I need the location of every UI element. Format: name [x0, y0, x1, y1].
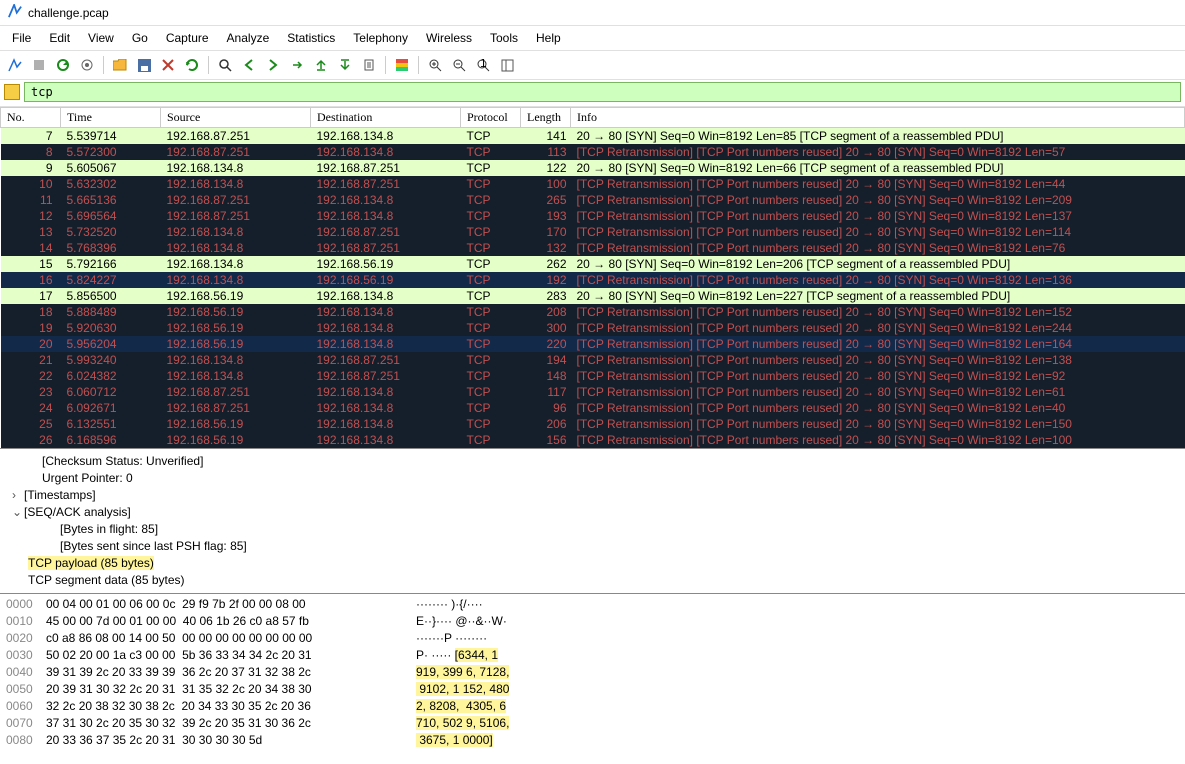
packet-details[interactable]: [Checksum Status: Unverified] Urgent Poi… [0, 449, 1185, 594]
save-file-icon[interactable] [133, 54, 155, 76]
filter-bar [0, 80, 1185, 107]
stop-capture-icon[interactable] [28, 54, 50, 76]
restart-capture-icon[interactable] [52, 54, 74, 76]
menu-tools[interactable]: Tools [482, 28, 526, 48]
hex-row[interactable]: 001045 00 00 7d 00 01 00 00 40 06 1b 26 … [0, 613, 1185, 630]
go-first-icon[interactable] [310, 54, 332, 76]
hex-row[interactable]: 004039 31 39 2c 20 33 39 39 36 2c 20 37 … [0, 664, 1185, 681]
column-protocol[interactable]: Protocol [461, 108, 521, 128]
go-to-packet-icon[interactable] [286, 54, 308, 76]
zoom-out-icon[interactable] [448, 54, 470, 76]
hex-row[interactable]: 003050 02 20 00 1a c3 00 00 5b 36 33 34 … [0, 647, 1185, 664]
menu-telephony[interactable]: Telephony [345, 28, 416, 48]
menu-statistics[interactable]: Statistics [279, 28, 343, 48]
reload-file-icon[interactable] [181, 54, 203, 76]
packet-row[interactable]: 205.956204192.168.56.19192.168.134.8TCP2… [1, 336, 1185, 352]
window-title: challenge.pcap [28, 6, 109, 20]
hex-row[interactable]: 000000 04 00 01 00 06 00 0c 29 f9 7b 2f … [0, 596, 1185, 613]
packet-row[interactable]: 215.993240192.168.134.8192.168.87.251TCP… [1, 352, 1185, 368]
column-time[interactable]: Time [61, 108, 161, 128]
tcp-segment-data[interactable]: TCP segment data (85 bytes) [0, 572, 1185, 589]
packet-row[interactable]: 195.920630192.168.56.19192.168.134.8TCP3… [1, 320, 1185, 336]
seqack-node[interactable]: ⌄[SEQ/ACK analysis] [0, 504, 1185, 521]
bookmark-icon[interactable] [4, 84, 20, 100]
hex-row[interactable]: 005020 39 31 30 32 2c 20 31 31 35 32 2c … [0, 681, 1185, 698]
menu-file[interactable]: File [4, 28, 39, 48]
zoom-reset-icon[interactable]: 1 [472, 54, 494, 76]
zoom-in-icon[interactable] [424, 54, 446, 76]
column-source[interactable]: Source [161, 108, 311, 128]
go-prev-icon[interactable] [238, 54, 260, 76]
toolbar: 1 [0, 51, 1185, 80]
packet-row[interactable]: 266.168596192.168.56.19192.168.134.8TCP1… [1, 432, 1185, 448]
packet-row[interactable]: 185.888489192.168.56.19192.168.134.8TCP2… [1, 304, 1185, 320]
column-destination[interactable]: Destination [311, 108, 461, 128]
auto-scroll-icon[interactable] [358, 54, 380, 76]
menu-wireless[interactable]: Wireless [418, 28, 480, 48]
find-packet-icon[interactable] [214, 54, 236, 76]
packet-row[interactable]: 246.092671192.168.87.251192.168.134.8TCP… [1, 400, 1185, 416]
menu-help[interactable]: Help [528, 28, 569, 48]
svg-text:1: 1 [480, 59, 487, 70]
menu-view[interactable]: View [80, 28, 122, 48]
packet-row[interactable]: 145.768396192.168.134.8192.168.87.251TCP… [1, 240, 1185, 256]
packet-list[interactable]: No.TimeSourceDestinationProtocolLengthIn… [0, 107, 1185, 449]
colorize-icon[interactable] [391, 54, 413, 76]
packet-row[interactable]: 165.824227192.168.134.8192.168.56.19TCP1… [1, 272, 1185, 288]
column-no[interactable]: No. [1, 108, 61, 128]
packet-row[interactable]: 115.665136192.168.87.251192.168.134.8TCP… [1, 192, 1185, 208]
hex-row[interactable]: 006032 2c 20 38 32 30 38 2c 20 34 33 30 … [0, 698, 1185, 715]
packet-row[interactable]: 236.060712192.168.87.251192.168.134.8TCP… [1, 384, 1185, 400]
bytes-in-flight: [Bytes in flight: 85] [0, 521, 1185, 538]
capture-options-icon[interactable] [76, 54, 98, 76]
app-icon [8, 4, 22, 21]
packet-row[interactable]: 105.632302192.168.134.8192.168.87.251TCP… [1, 176, 1185, 192]
close-file-icon[interactable] [157, 54, 179, 76]
menu-edit[interactable]: Edit [41, 28, 78, 48]
go-last-icon[interactable] [334, 54, 356, 76]
urgent-pointer: Urgent Pointer: 0 [0, 470, 1185, 487]
menubar: FileEditViewGoCaptureAnalyzeStatisticsTe… [0, 26, 1185, 51]
menu-capture[interactable]: Capture [158, 28, 217, 48]
hex-row[interactable]: 0020c0 a8 86 08 00 14 00 50 00 00 00 00 … [0, 630, 1185, 647]
hex-row[interactable]: 007037 31 30 2c 20 35 30 32 39 2c 20 35 … [0, 715, 1185, 732]
tcp-payload[interactable]: TCP payload (85 bytes) [0, 555, 1185, 572]
bytes-since-psh: [Bytes sent since last PSH flag: 85] [0, 538, 1185, 555]
packet-row[interactable]: 75.539714192.168.87.251192.168.134.8TCP1… [1, 128, 1185, 145]
column-info[interactable]: Info [571, 108, 1185, 128]
hex-row[interactable]: 008020 33 36 37 35 2c 20 31 30 30 30 30 … [0, 732, 1185, 749]
packet-row[interactable]: 175.856500192.168.56.19192.168.134.8TCP2… [1, 288, 1185, 304]
packet-row[interactable]: 256.132551192.168.56.19192.168.134.8TCP2… [1, 416, 1185, 432]
hex-pane[interactable]: 000000 04 00 01 00 06 00 0c 29 f9 7b 2f … [0, 594, 1185, 751]
go-next-icon[interactable] [262, 54, 284, 76]
titlebar: challenge.pcap [0, 0, 1185, 26]
column-length[interactable]: Length [521, 108, 571, 128]
start-capture-icon[interactable] [4, 54, 26, 76]
menu-go[interactable]: Go [124, 28, 156, 48]
checksum-status: [Checksum Status: Unverified] [0, 453, 1185, 470]
packet-row[interactable]: 226.024382192.168.134.8192.168.87.251TCP… [1, 368, 1185, 384]
open-file-icon[interactable] [109, 54, 131, 76]
resize-columns-icon[interactable] [496, 54, 518, 76]
packet-row[interactable]: 155.792166192.168.134.8192.168.56.19TCP2… [1, 256, 1185, 272]
packet-row[interactable]: 85.572300192.168.87.251192.168.134.8TCP1… [1, 144, 1185, 160]
packet-row[interactable]: 125.696564192.168.87.251192.168.134.8TCP… [1, 208, 1185, 224]
display-filter-input[interactable] [24, 82, 1181, 102]
packet-row[interactable]: 135.732520192.168.134.8192.168.87.251TCP… [1, 224, 1185, 240]
timestamps-node[interactable]: ›[Timestamps] [0, 487, 1185, 504]
packet-row[interactable]: 95.605067192.168.134.8192.168.87.251TCP1… [1, 160, 1185, 176]
menu-analyze[interactable]: Analyze [219, 28, 278, 48]
